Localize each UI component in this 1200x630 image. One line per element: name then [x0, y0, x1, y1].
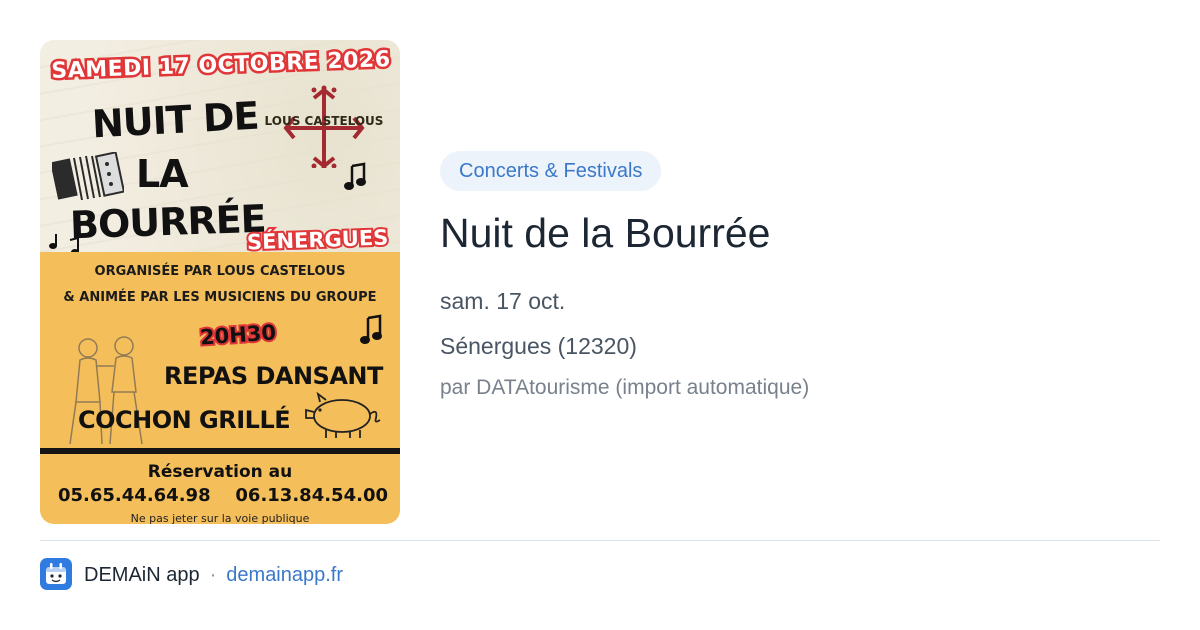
poster-meal-line-1: REPAS DANSANT: [164, 362, 383, 390]
category-badge: Concerts & Festivals: [440, 151, 662, 191]
poster-title-line-3: BOURRÉE: [69, 196, 267, 248]
footer-separator: ·: [209, 564, 217, 586]
link-preview-card[interactable]: LOUS CASTELOUS SAMEDI 17 OCTOBRE 2026 NU…: [0, 0, 1200, 630]
poster-town: SÉNERGUES: [244, 224, 390, 257]
poster-animated-by: & ANIMÉE PAR LES MUSICIENS DU GROUPE: [63, 290, 377, 305]
poster-logo-text: LOUS CASTELOUS: [264, 114, 384, 128]
footer-site-link[interactable]: demainapp.fr: [226, 563, 343, 587]
event-source: par DATAtourisme (import automatique): [440, 376, 810, 399]
poster-phone-2: 06.13.84.54.00: [235, 485, 388, 506]
pig-icon: [305, 391, 381, 438]
poster-reservation-label: Réservation au: [147, 462, 293, 482]
event-poster-image: LOUS CASTELOUS SAMEDI 17 OCTOBRE 2026 NU…: [40, 40, 400, 524]
poster-meal-line-2: COCHON GRILLÉ: [78, 406, 291, 434]
event-title: Nuit de la Bourrée: [440, 210, 771, 256]
poster-phone-1: 05.65.44.64.98: [58, 485, 211, 506]
footer-divider: [40, 540, 1160, 541]
music-note-icon: [360, 314, 382, 344]
demain-app-icon: [40, 558, 72, 590]
poster-organised-by: ORGANISÉE PAR LOUS CASTELOUS: [94, 264, 346, 279]
poster-title-line-1: NUIT DE: [90, 93, 260, 147]
accordion-icon: [52, 152, 124, 201]
music-note-icon: [344, 162, 366, 190]
poster-title-line-2: LA: [136, 152, 189, 196]
footer-app-name: DEMAiN app: [84, 564, 200, 586]
footer: DEMAiN app · demainapp.fr: [84, 563, 343, 587]
poster-phone-numbers: 05.65.44.64.98 06.13.84.54.00: [58, 485, 388, 506]
poster-notice: Ne pas jeter sur la voie publique: [130, 512, 310, 524]
event-date: sam. 17 oct.: [440, 288, 566, 314]
event-location: Sénergues (12320): [440, 333, 637, 359]
